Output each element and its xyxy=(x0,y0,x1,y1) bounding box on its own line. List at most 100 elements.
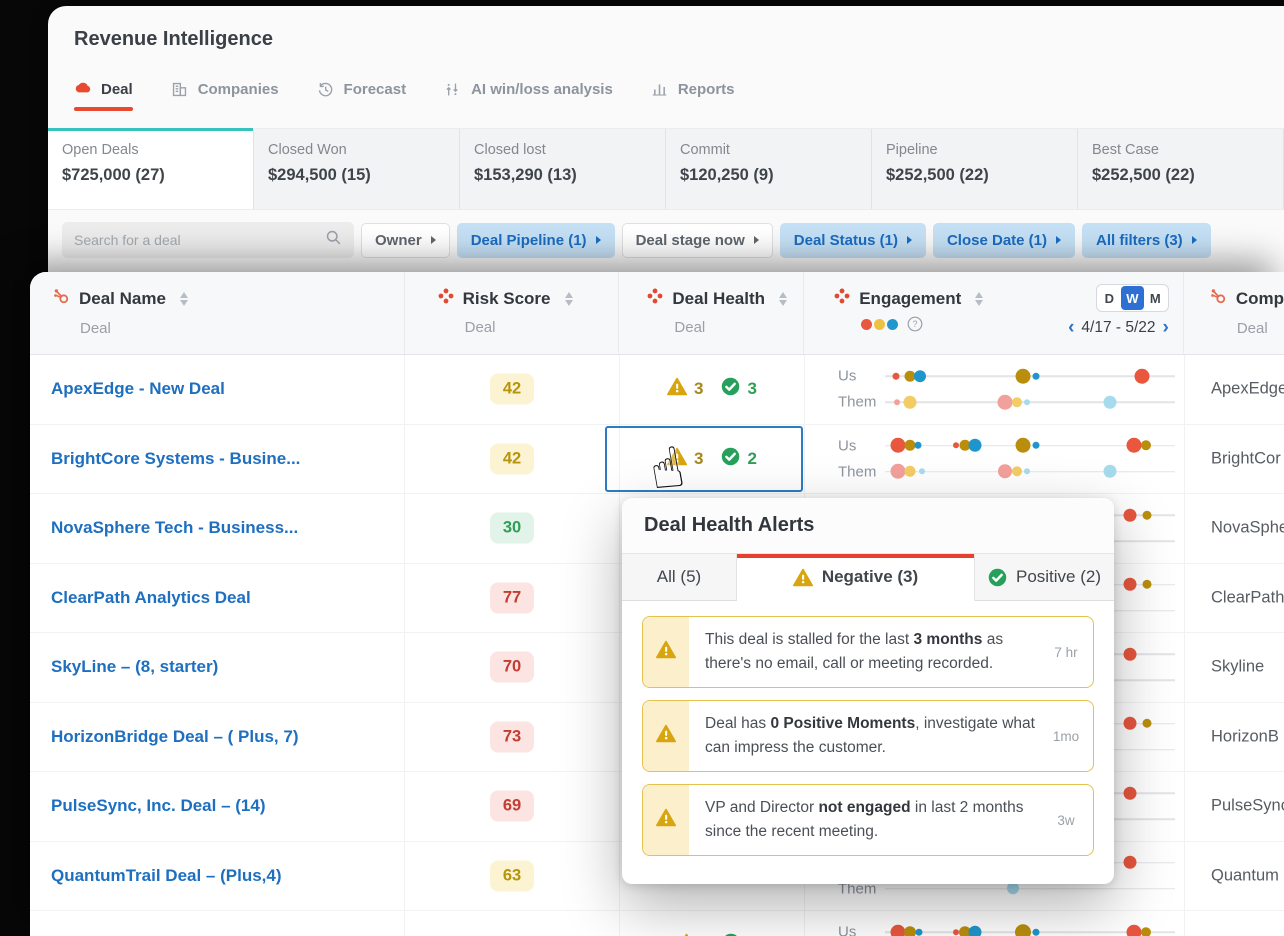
deal-name-link[interactable]: QuantumTrail Deal – (Plus,4) xyxy=(51,866,282,886)
chevron-right-icon[interactable]: › xyxy=(1163,318,1169,337)
engagement-dot xyxy=(1123,578,1137,591)
alert-card: This deal is stalled for the last 3 mont… xyxy=(642,616,1094,689)
summary-card-closed-lost[interactable]: Closed lost $153,290 (13) xyxy=(460,129,666,209)
page-title: Revenue Intelligence xyxy=(74,28,273,50)
chevron-left-icon[interactable]: ‹ xyxy=(1068,318,1074,337)
engagement-them-track xyxy=(885,394,1175,410)
deal-name-cell: BrightCore Systems - Busine... xyxy=(30,424,405,493)
summary-card-commit[interactable]: Commit $120,250 (9) xyxy=(666,129,872,209)
company-cell: ClearPath xyxy=(1185,564,1284,633)
nav-tab-reports[interactable]: Reports xyxy=(651,80,735,111)
summary-card-pipeline[interactable]: Pipeline $252,500 (22) xyxy=(872,129,1078,209)
engagement-dot xyxy=(1011,397,1022,407)
nav-tab-forecast[interactable]: Forecast xyxy=(317,80,406,111)
deal-name-link[interactable]: ApexEdge - New Deal xyxy=(51,379,225,399)
alert-age: 1mo xyxy=(1052,728,1080,744)
engagement-us-line: Us xyxy=(805,922,1184,936)
filter-chip-label: Deal Pipeline (1) xyxy=(470,231,587,249)
help-circle-icon[interactable]: ? xyxy=(907,316,923,332)
deal-name-cell: HorizonBridge Deal – ( Plus, 7) xyxy=(30,702,405,771)
summary-card-value: $252,500 (22) xyxy=(1092,166,1195,184)
svg-text:?: ? xyxy=(913,319,918,329)
risk-score-cell: 69 xyxy=(405,772,620,841)
deal-name-link[interactable]: HorizonBridge Deal – ( Plus, 7) xyxy=(51,727,299,747)
nav-tab-label: Reports xyxy=(677,80,735,98)
column-title: Comp xyxy=(1235,289,1284,308)
column-header-deal-health[interactable]: Deal Health Deal xyxy=(619,272,805,354)
engagement-dot xyxy=(913,370,926,382)
warning-triangle-icon xyxy=(656,640,676,664)
freddy-ai-icon xyxy=(438,288,454,309)
summary-card-closed-won[interactable]: Closed Won $294,500 (15) xyxy=(254,129,460,209)
summary-card-value: $294,500 (15) xyxy=(268,166,371,184)
popup-tab-all-5[interactable]: All (5) xyxy=(622,554,737,601)
nav-tab-companies[interactable]: Companies xyxy=(171,80,279,111)
sort-arrows-icon[interactable] xyxy=(564,291,573,306)
deal-health-cell[interactable]: 3 3 xyxy=(620,355,805,424)
nav-tab-icon xyxy=(171,80,189,98)
nav-tab-label: Deal xyxy=(101,80,133,98)
nav-tab-icon xyxy=(317,80,335,98)
column-header-engagement[interactable]: Engagement ? DWM ‹ 4/17 - 5/22 › xyxy=(804,272,1184,354)
engagement-us-label: Us xyxy=(838,437,857,454)
deal-name-link[interactable]: BrightCore Systems - Busine... xyxy=(51,449,300,469)
nav-tab-ai-win-loss-analysis[interactable]: AI win/loss analysis xyxy=(444,80,613,111)
filter-chip-close-date-1[interactable]: Close Date (1) xyxy=(932,222,1075,258)
alert-severity-strip xyxy=(643,785,689,856)
popup-tab-positive-2[interactable]: Positive (2) xyxy=(975,554,1114,601)
date-range-nav: ‹ 4/17 - 5/22 › xyxy=(1068,318,1169,337)
filter-chips: Owner Deal Pipeline (1) Deal stage now D… xyxy=(361,222,1211,258)
column-header-deal-name[interactable]: Deal Name Deal xyxy=(30,272,405,354)
chevron-right-icon xyxy=(1056,236,1061,244)
engagement-us-line: Us xyxy=(805,366,1184,386)
warning-triangle-icon xyxy=(656,808,676,832)
company-cell: ApexEdge xyxy=(1185,355,1284,424)
column-header-risk-score[interactable]: Risk Score Deal xyxy=(405,272,620,354)
nav-tab-deal[interactable]: Deal xyxy=(74,80,133,111)
engagement-dot xyxy=(1141,927,1151,936)
risk-score-cell: 30 xyxy=(405,494,620,563)
chevron-right-icon xyxy=(753,236,759,244)
filter-chip-deal-status-1[interactable]: Deal Status (1) xyxy=(779,222,926,258)
engagement-us-track xyxy=(885,438,1175,453)
summary-card-label: Closed lost xyxy=(474,142,546,158)
engagement-dot xyxy=(1141,440,1151,451)
sort-arrows-icon[interactable] xyxy=(975,291,984,306)
filter-chip-all-filters-3[interactable]: All filters (3) xyxy=(1082,222,1211,258)
sort-arrows-icon[interactable] xyxy=(179,292,188,306)
filter-chip-owner[interactable]: Owner xyxy=(361,222,450,258)
column-header-company[interactable]: Comp Deal xyxy=(1184,272,1284,354)
table-header: Deal Name Deal Risk Score Deal Deal Heal… xyxy=(30,272,1284,355)
deal-name-link[interactable]: SkyLine – (8, starter) xyxy=(51,657,218,677)
engagement-them-label: Them xyxy=(838,463,877,480)
sort-arrows-icon[interactable] xyxy=(779,291,787,306)
deal-health-cell[interactable] xyxy=(620,911,805,936)
deal-name-link[interactable]: NovaSphere Tech - Business... xyxy=(51,518,298,538)
engagement-dot xyxy=(903,395,917,409)
negative-alert-count: 3 xyxy=(694,448,704,468)
engagement-dot xyxy=(1015,368,1031,384)
positive-check-icon xyxy=(722,377,741,401)
summary-card-value: $120,250 (9) xyxy=(680,166,774,184)
filter-chip-deal-pipeline-1[interactable]: Deal Pipeline (1) xyxy=(456,222,615,258)
period-option-m[interactable]: M xyxy=(1144,286,1167,310)
engagement-them-track xyxy=(885,882,1175,895)
period-option-d[interactable]: D xyxy=(1098,286,1121,310)
engagement-dot xyxy=(1126,924,1142,936)
deal-name-link[interactable]: ClearPath Analytics Deal xyxy=(51,588,251,608)
summary-card-open-deals[interactable]: Open Deals $725,000 (27) xyxy=(48,128,254,209)
risk-score-cell: 42 xyxy=(405,424,620,493)
popup-tab-negative-3[interactable]: Negative (3) xyxy=(737,554,975,601)
period-option-w[interactable]: W xyxy=(1120,286,1144,310)
positive-alert-count: 3 xyxy=(747,379,757,399)
header-panel: Revenue Intelligence Deal Companies Fore… xyxy=(48,6,1284,272)
popup-alert-list: This deal is stalled for the last 3 mont… xyxy=(622,601,1114,883)
column-subtitle: Deal xyxy=(1236,320,1268,337)
summary-card-best-case[interactable]: Best Case $252,500 (22) xyxy=(1078,129,1284,209)
nav-tab-label: AI win/loss analysis xyxy=(471,80,613,98)
engagement-us-label: Us xyxy=(838,367,857,385)
deal-name-link[interactable]: PulseSync, Inc. Deal – (14) xyxy=(51,796,265,816)
engagement-dot xyxy=(1032,442,1040,449)
search-input[interactable] xyxy=(74,232,325,248)
filter-chip-deal-stage-now[interactable]: Deal stage now xyxy=(621,222,773,258)
